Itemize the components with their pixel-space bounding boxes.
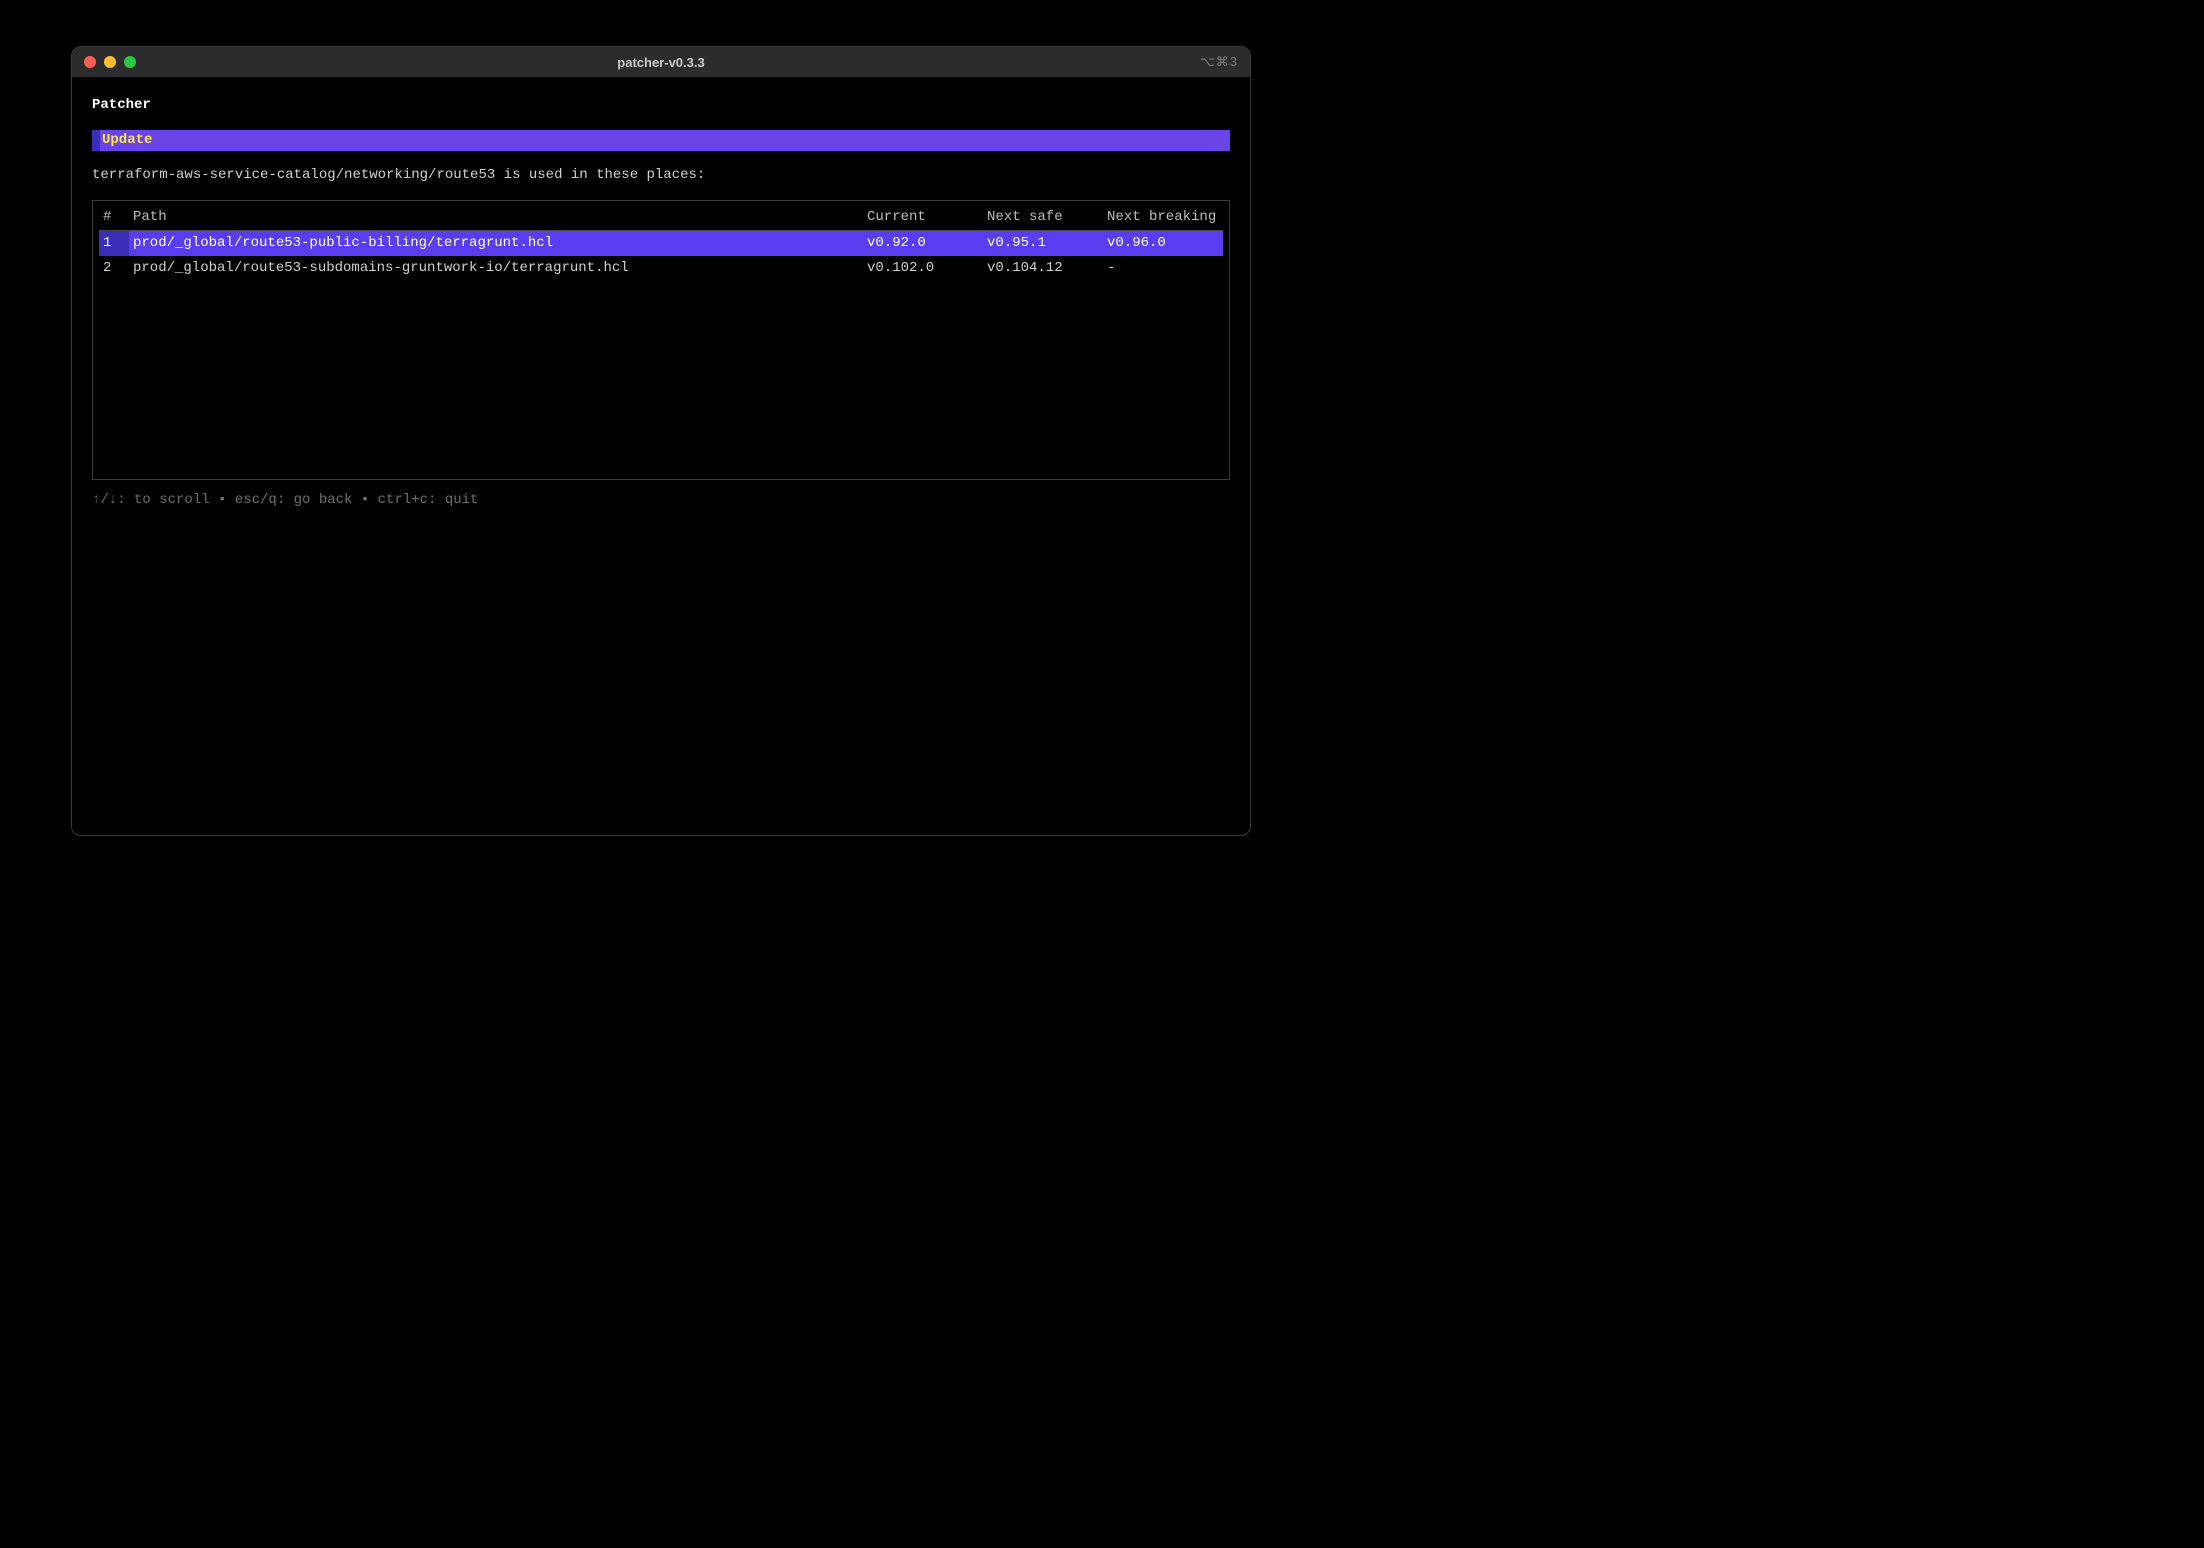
usage-table: # Path Current Next safe Next breaking 1…	[99, 205, 1223, 281]
app-title: Patcher	[92, 95, 1230, 116]
terminal-content[interactable]: Patcher Update terraform-aws-service-cat…	[72, 77, 1250, 835]
col-header-num: #	[99, 205, 129, 230]
col-header-next-safe: Next safe	[983, 205, 1103, 230]
terminal-window: patcher-v0.3.3 ⌥⌘3 Patcher Update terraf…	[71, 46, 1251, 836]
usage-table-container: # Path Current Next safe Next breaking 1…	[92, 200, 1230, 480]
update-bar-accent	[92, 130, 100, 151]
col-header-next-breaking: Next breaking	[1103, 205, 1223, 230]
cell-next-safe: v0.104.12	[983, 256, 1103, 281]
update-label: Update	[100, 130, 154, 151]
window-title: patcher-v0.3.3	[72, 55, 1250, 70]
cell-current: v0.92.0	[863, 231, 983, 256]
table-header-row: # Path Current Next safe Next breaking	[99, 205, 1223, 230]
cell-path: prod/_global/route53-public-billing/terr…	[129, 231, 863, 256]
cell-num: 2	[99, 256, 129, 281]
update-header-bar: Update	[92, 130, 1230, 151]
table-row[interactable]: 2prod/_global/route53-subdomains-gruntwo…	[99, 256, 1223, 281]
window-maximize-button[interactable]	[124, 56, 136, 68]
traffic-lights	[84, 56, 136, 68]
window-titlebar: patcher-v0.3.3 ⌥⌘3	[72, 47, 1250, 77]
cell-path: prod/_global/route53-subdomains-gruntwor…	[129, 256, 863, 281]
col-header-path: Path	[129, 205, 863, 230]
cell-num: 1	[99, 231, 129, 256]
window-shortcut-hint: ⌥⌘3	[1200, 54, 1238, 70]
usage-description: terraform-aws-service-catalog/networking…	[92, 165, 1230, 186]
cell-current: v0.102.0	[863, 256, 983, 281]
window-minimize-button[interactable]	[104, 56, 116, 68]
cell-next-breaking: -	[1103, 256, 1223, 281]
table-row[interactable]: 1prod/_global/route53-public-billing/ter…	[99, 231, 1223, 256]
table-body: 1prod/_global/route53-public-billing/ter…	[99, 231, 1223, 281]
cell-next-safe: v0.95.1	[983, 231, 1103, 256]
keybinding-help: ↑/↓: to scroll • esc/q: go back • ctrl+c…	[92, 490, 1230, 511]
cell-next-breaking: v0.96.0	[1103, 231, 1223, 256]
window-close-button[interactable]	[84, 56, 96, 68]
col-header-current: Current	[863, 205, 983, 230]
